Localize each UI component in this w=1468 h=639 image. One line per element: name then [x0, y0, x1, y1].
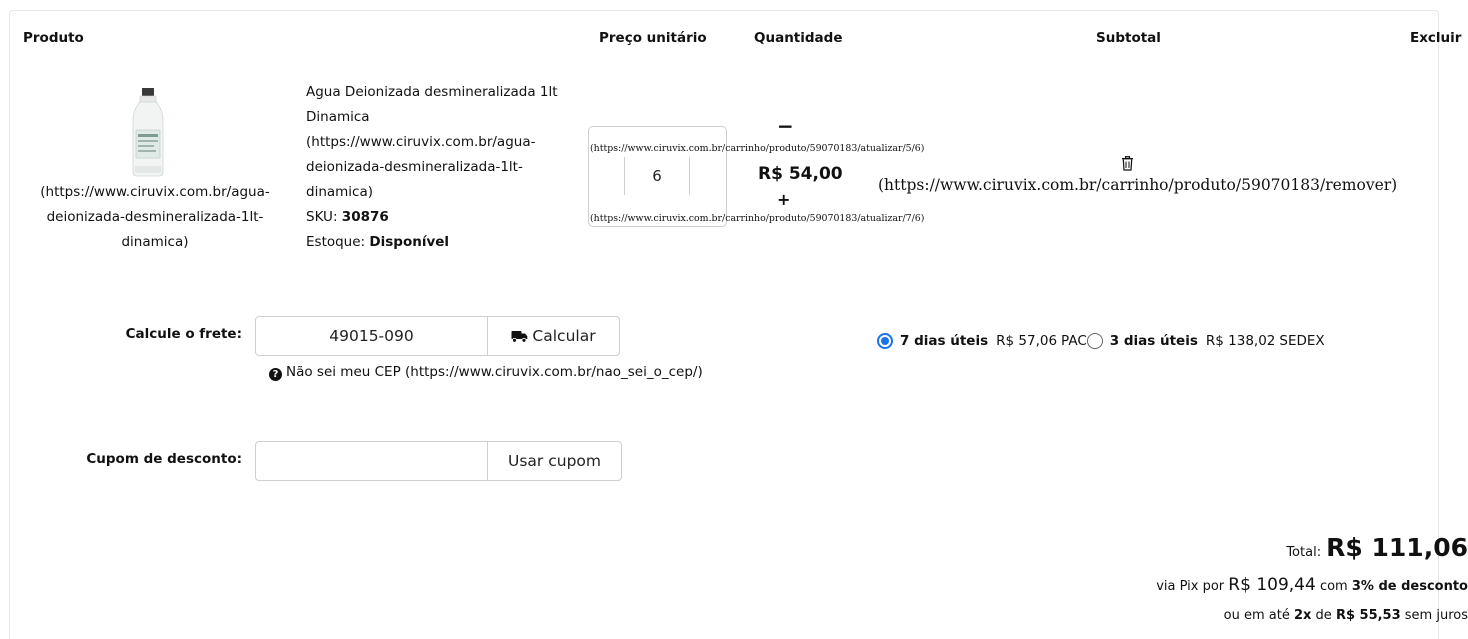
- installments-suffix: sem juros: [1404, 608, 1468, 623]
- shipping-option-sedex-days: 3 dias úteis: [1109, 333, 1198, 349]
- product-stock: Estoque: Disponível: [306, 230, 571, 255]
- shipping-label: Calcule o frete:: [125, 326, 242, 342]
- product-image[interactable]: [127, 86, 169, 178]
- coupon-label: Cupom de desconto:: [86, 451, 242, 467]
- column-header-product: Produto: [23, 30, 84, 46]
- sku-value: 30876: [341, 209, 389, 225]
- product-sku: SKU: 30876: [306, 205, 571, 230]
- shipping-option-sedex-service: SEDEX: [1279, 333, 1325, 349]
- coupon-input[interactable]: [255, 441, 488, 481]
- shipping-option-sedex-radio[interactable]: [1086, 333, 1103, 349]
- truck-icon: [511, 331, 528, 343]
- increment-button[interactable]: +: [777, 190, 790, 210]
- product-url[interactable]: (https://www.ciruvix.com.br/agua-deioniz…: [306, 134, 535, 200]
- product-info: Agua Deionizada desmineralizada 1lt Dina…: [306, 80, 571, 255]
- column-header-unit-price: Preço unitário: [599, 30, 707, 46]
- product-name-link[interactable]: Agua Deionizada desmineralizada 1lt Dina…: [306, 80, 571, 205]
- trash-icon[interactable]: [1121, 156, 1134, 171]
- installments-prefix: ou em até: [1223, 608, 1290, 623]
- pix-with: com: [1319, 579, 1348, 594]
- cart-panel: [9, 10, 1439, 639]
- pix-value: R$ 109,44: [1228, 575, 1316, 595]
- cep-input[interactable]: 49015-090: [255, 316, 488, 356]
- item-subtotal: R$ 54,00: [758, 164, 843, 184]
- product-name[interactable]: Agua Deionizada desmineralizada 1lt Dina…: [306, 84, 558, 125]
- decrement-button[interactable]: −: [777, 116, 794, 136]
- installments: ou em até 2x de R$ 55,53 sem juros: [1224, 608, 1468, 623]
- shipping-option-sedex-price: R$ 138,02: [1205, 333, 1276, 349]
- stock-value: Disponível: [369, 234, 450, 250]
- shipping-option-pac-service: PAC: [1061, 333, 1087, 349]
- quantity-input[interactable]: 6: [624, 157, 690, 195]
- pix-price: via Pix por R$ 109,44 com 3% de desconto: [1156, 575, 1468, 595]
- column-header-subtotal: Subtotal: [1096, 30, 1161, 46]
- total-value: R$ 111,06: [1326, 533, 1468, 562]
- order-total: Total: R$ 111,06: [1286, 533, 1468, 562]
- increment-quantity-link[interactable]: (https://www.ciruvix.com.br/carrinho/pro…: [590, 213, 924, 224]
- cep-help-text[interactable]: Não sei meu CEP (https://www.ciruvix.com…: [286, 364, 703, 380]
- column-header-remove: Excluir: [1410, 30, 1462, 46]
- shipping-option-pac-days: 7 dias úteis: [900, 333, 989, 349]
- total-label: Total:: [1286, 545, 1322, 560]
- column-header-quantity: Quantidade: [754, 30, 843, 46]
- installments-value: R$ 55,53: [1335, 608, 1401, 623]
- shipping-option-pac-radio[interactable]: [877, 333, 893, 349]
- pix-discount: 3% de desconto: [1351, 579, 1468, 594]
- installments-count: 2x: [1293, 608, 1312, 623]
- stock-label: Estoque:: [306, 234, 366, 250]
- installments-de: de: [1315, 608, 1332, 623]
- remove-item-link[interactable]: (https://www.ciruvix.com.br/carrinho/pro…: [878, 176, 1397, 194]
- pix-prefix: via Pix por: [1156, 579, 1225, 594]
- shipping-options: 7 dias úteis R$ 57,06 PAC 3 dias úteis R…: [877, 333, 1325, 349]
- calculate-button-label: Calcular: [532, 327, 596, 345]
- apply-coupon-button[interactable]: Usar cupom: [487, 441, 622, 481]
- cep-help-link[interactable]: ? Não sei meu CEP (https://www.ciruvix.co…: [269, 364, 703, 381]
- calculate-shipping-button[interactable]: Calcular: [487, 316, 620, 356]
- sku-label: SKU:: [306, 209, 338, 225]
- decrement-quantity-link[interactable]: (https://www.ciruvix.com.br/carrinho/pro…: [590, 143, 924, 154]
- question-circle-icon: ?: [269, 368, 282, 381]
- shipping-option-pac-price: R$ 57,06: [996, 333, 1058, 349]
- product-image-link[interactable]: (https://www.ciruvix.com.br/agua-deioniz…: [15, 180, 295, 255]
